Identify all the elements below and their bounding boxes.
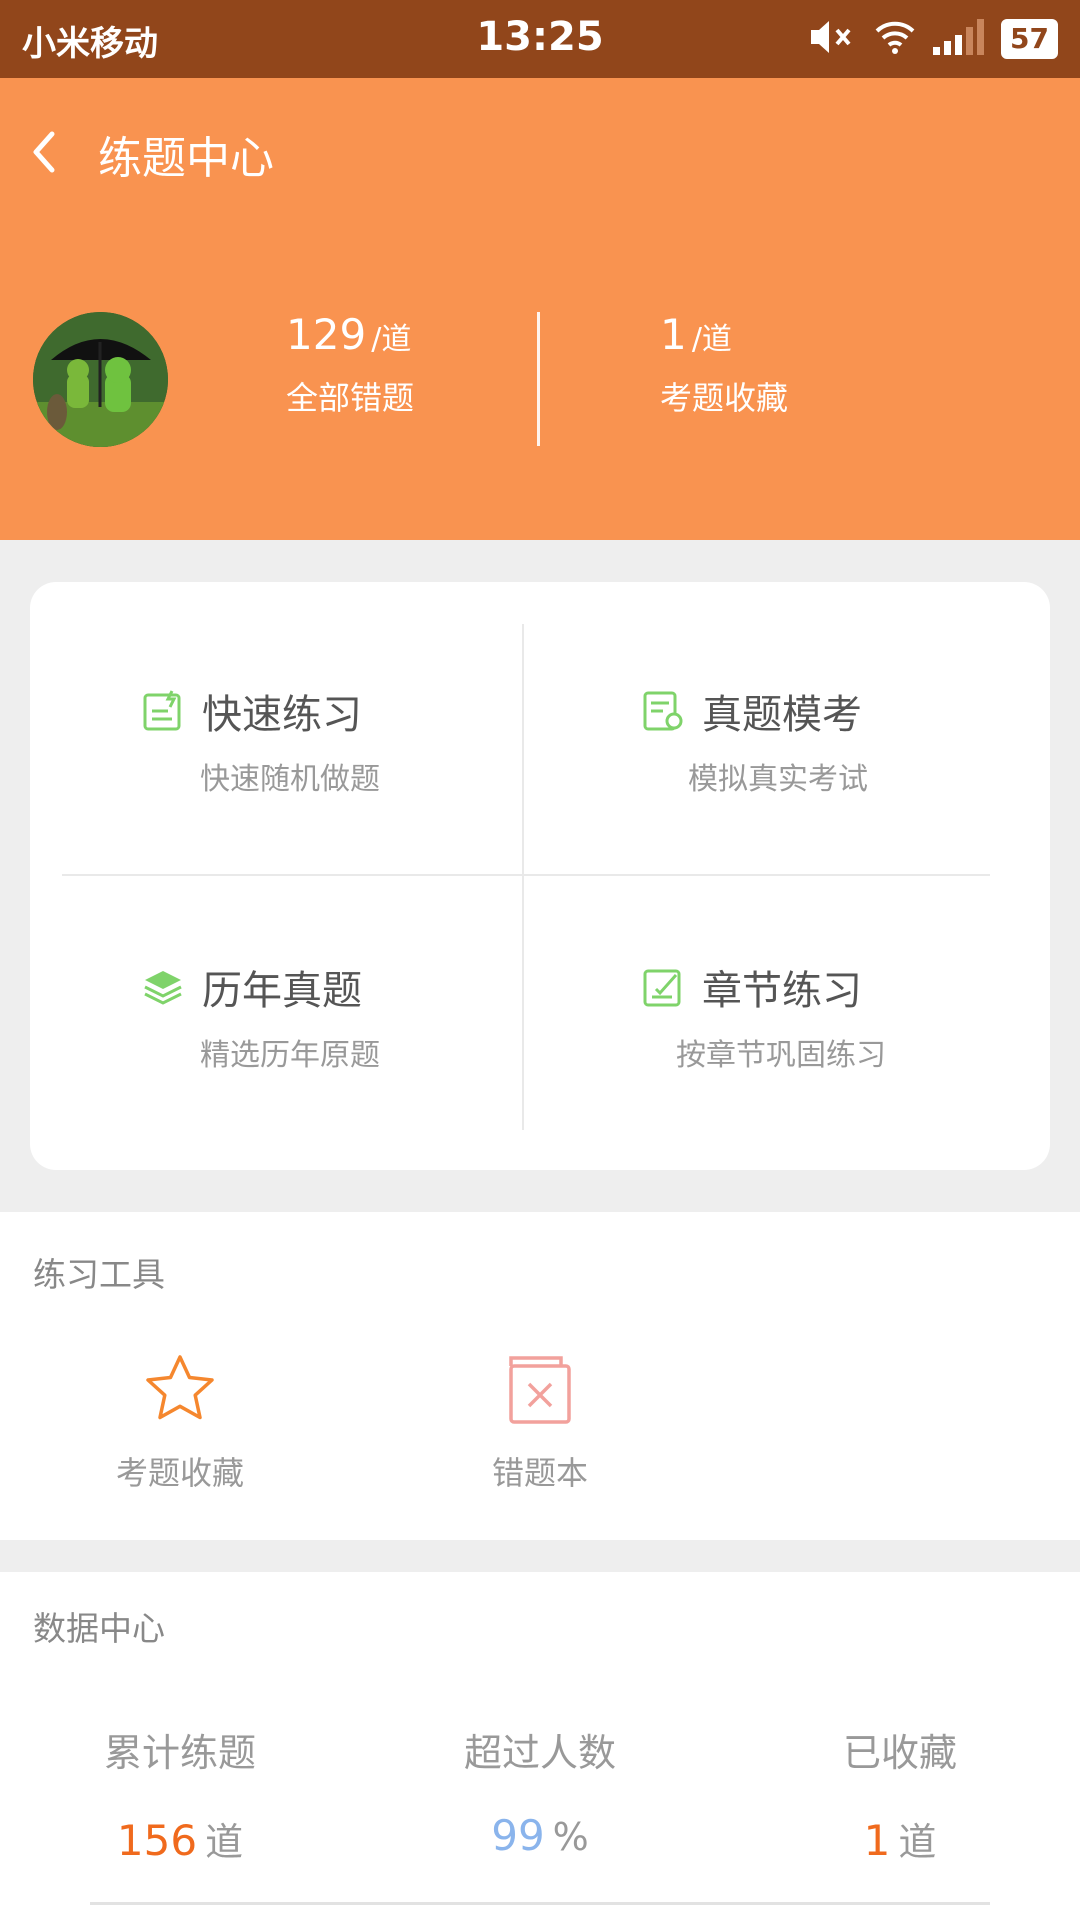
metric-label: 超过人数 [463,1731,616,1775]
wrong-book-button[interactable]: 错题本 [440,1352,640,1494]
quick-practice-icon [143,690,181,731]
favorited-metric: 已收藏 1道 [750,1722,1050,1866]
wrong-book-icon [509,1356,571,1424]
wifi-icon [873,17,917,61]
mock-exam-subtitle: 模拟真实考试 [688,762,868,797]
grid-divider-horizontal [62,874,990,876]
metric-value: 1 [863,1816,891,1865]
practice-card: 快速练习 快速随机做题 真题模考 模拟真实考试 历年真题 精选历年原题 章节练习… [30,582,1050,1170]
metric-value: 99 [491,1811,545,1860]
fav-unit: /道 [691,322,732,357]
quick-practice-subtitle: 快速随机做题 [200,762,380,797]
status-bar: 小米移动 13:25 57 [0,0,1080,78]
header-banner: 练题中心 129 /道 全部错题 1 /道 考题收藏 [0,78,1080,540]
past-exams-subtitle: 精选历年原题 [200,1038,380,1073]
quick-practice-title: 快速练习 [202,692,362,738]
chapter-practice-title: 章节练习 [702,968,862,1014]
star-icon [146,1355,214,1420]
section-title: 数据中心 [33,1609,165,1648]
chapter-practice-icon [643,969,681,1007]
metric-label: 累计练题 [103,1731,256,1775]
layers-icon [144,971,182,1005]
header-divider [537,312,540,446]
wrong-book-label: 错题本 [491,1454,588,1492]
mute-icon [807,17,859,61]
chevron-left-icon [33,131,55,173]
avatar[interactable] [33,312,168,447]
past-exams-title: 历年真题 [202,968,362,1014]
favorites-stat[interactable]: 1 /道 考题收藏 [660,310,788,419]
metric-value: 156 [116,1816,198,1865]
quick-practice-button[interactable]: 快速练习 快速随机做题 [142,682,642,798]
chapter-practice-button[interactable]: 章节练习 按章节巩固练习 [642,958,1080,1074]
fav-count: 1 [660,310,687,359]
section-title: 练习工具 [33,1255,165,1294]
exceeded-users-metric: 超过人数 99% [390,1722,690,1860]
past-exams-button[interactable]: 历年真题 精选历年原题 [142,958,642,1074]
battery-indicator: 57 [1001,19,1058,59]
wrong-count: 129 [286,310,367,359]
favorites-tool-label: 考题收藏 [115,1454,244,1492]
divider [90,1902,990,1905]
metric-unit: % [552,1815,589,1859]
metric-unit: 道 [205,1820,244,1864]
metric-label: 已收藏 [842,1731,957,1775]
total-practiced-metric: 累计练题 156 道 [30,1722,330,1866]
wrong-unit: /道 [371,322,412,357]
data-center-section: 数据中心 累计练题 156 道 超过人数 99% 已收藏 1道 [0,1572,1080,1920]
back-button[interactable] [26,126,66,178]
mock-exam-title: 真题模考 [702,692,862,738]
metric-unit: 道 [898,1820,937,1864]
status-icons: 57 [807,14,1058,64]
signal-icon [931,17,987,61]
fav-label: 考题收藏 [660,379,789,417]
mock-exam-button[interactable]: 真题模考 模拟真实考试 [642,682,1080,798]
chapter-practice-subtitle: 按章节巩固练习 [676,1038,886,1073]
wrong-questions-stat[interactable]: 129 /道 全部错题 [286,310,414,419]
wrong-label: 全部错题 [286,379,415,417]
favorites-tool-button[interactable]: 考题收藏 [80,1352,280,1494]
mock-exam-icon [643,691,683,731]
practice-tools-section: 练习工具 考题收藏 错题本 [0,1212,1080,1540]
page-title: 练题中心 [98,133,274,184]
